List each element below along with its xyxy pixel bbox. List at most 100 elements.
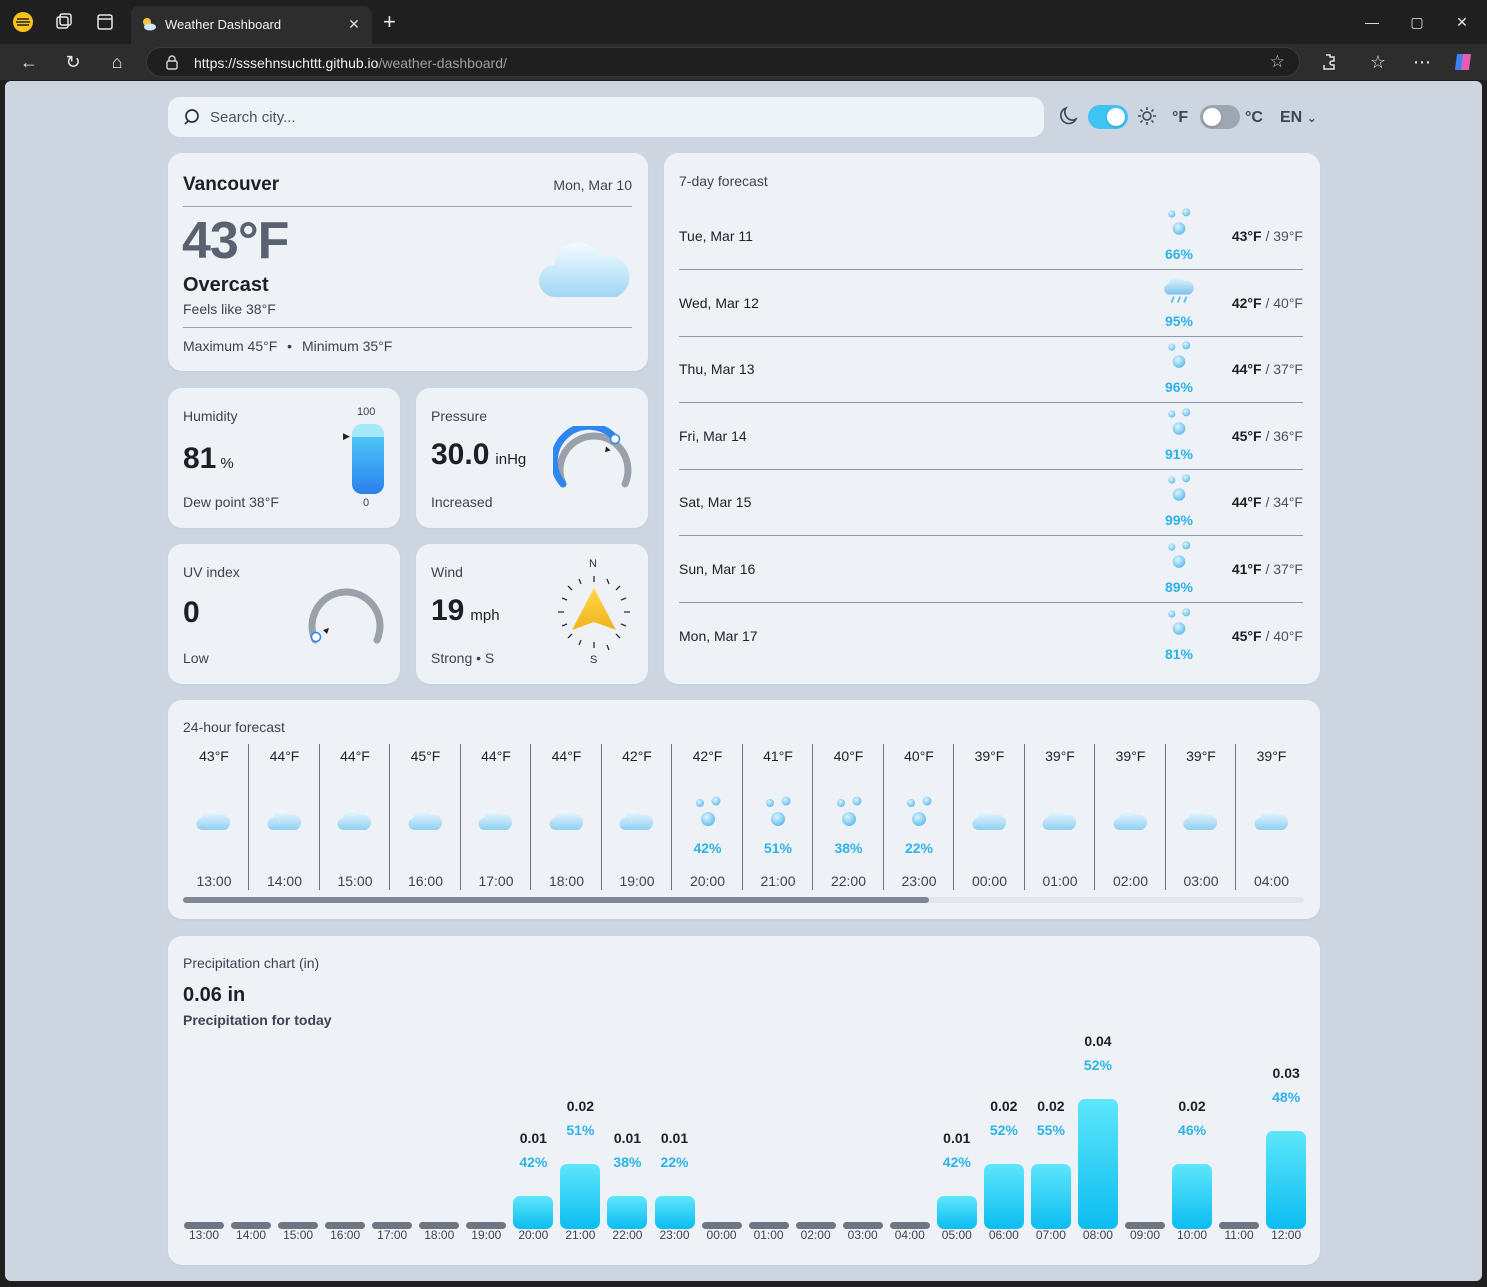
forecast-temps: 44°F / 34°F [1231,494,1303,511]
hourly-item: 42°F 42% 20:00 [673,744,743,890]
precip-bar-group [1125,1089,1165,1229]
hourly-time: 13:00 [196,873,232,889]
precip-bar-group: 0.03 48% [1266,1065,1307,1229]
lock-icon[interactable] [165,54,179,70]
forecast-precip-chance: 95% [1164,312,1194,329]
favorites-icon[interactable]: ☆ [1366,50,1390,74]
address-bar[interactable]: https://sssehnsuchttt.github.io/weather-… [146,47,1300,77]
forecast-high: 41°F [1231,561,1262,577]
hourly-time: 14:00 [266,873,303,889]
precip-hour-label: 07:00 [1035,1228,1066,1242]
drizzle-icon [1161,406,1197,442]
hourly-scrollbar-track[interactable] [183,897,1304,903]
language-select[interactable]: EN ⌄ [1280,109,1317,127]
precip-bar [1266,1131,1307,1229]
max-temp: Maximum 45°F [183,338,278,354]
precip-bar-group [372,1089,413,1229]
hourly-time: 02:00 [1112,873,1149,889]
hourly-title: 24-hour forecast [183,719,285,735]
favorite-star-icon[interactable]: ☆ [1270,52,1285,72]
precip-value-label: 0.02 [1178,1098,1206,1114]
humidity-scale-min: 0 [363,497,370,509]
maximize-icon[interactable]: ▢ [1405,10,1429,34]
compass-south: S [590,654,598,666]
precip-probability-label: 52% [1083,1057,1112,1073]
precip-value-label: 0.01 [660,1130,689,1146]
unit-toggle[interactable] [1200,105,1240,129]
precip-total: 0.06 in [183,984,246,1006]
precip-hour-label: 19:00 [471,1228,502,1242]
pressure-gauge [553,426,632,488]
forecast-temps: 44°F / 37°F [1231,361,1303,378]
cloud-icon [194,800,234,840]
forecast-day-label: Tue, Mar 11 [679,228,753,244]
hourly-precip-chance: 38% [834,840,863,856]
compass-north: N [589,558,597,570]
tab-actions-icon[interactable] [93,10,117,34]
refresh-icon[interactable]: ↻ [61,50,85,74]
forecast-temps: 45°F / 40°F [1231,627,1303,644]
hourly-item: 39°F 04:00 [1237,744,1307,890]
workspaces-icon[interactable] [52,10,76,34]
precip-value-label: 0.03 [1272,1065,1300,1081]
hourly-item: 44°F 14:00 [250,744,320,890]
precip-hour-label: 06:00 [988,1228,1019,1242]
minimize-icon[interactable]: — [1360,10,1384,34]
seven-day-title: 7-day forecast [679,173,768,189]
wind-title: Wind [431,564,463,580]
min-max: Maximum 45°F • Minimum 35°F [183,338,393,354]
browser-tab[interactable]: Weather Dashboard ✕ [131,6,372,44]
forecast-high: 42°F [1231,294,1262,311]
forecast-temps: 43°F / 39°F [1231,228,1303,244]
theme-toggle[interactable] [1088,105,1128,129]
precip-hour-label: 03:00 [847,1228,878,1242]
precip-probability-label: 55% [1036,1122,1065,1138]
forecast-day-label: Thu, Mar 13 [679,361,755,378]
humidity-gauge [352,424,384,494]
hourly-forecast-card: 24-hour forecast 43°F 13:00 44°F 14:00 44°F 1… [168,700,1320,919]
hourly-precip-chance: 51% [763,840,793,856]
hourly-scrollbar-thumb[interactable] [183,897,929,903]
precip-bar-group [466,1089,507,1229]
precip-hour-label: 21:00 [565,1228,596,1242]
language-value: EN [1280,109,1303,126]
hourly-item: 39°F 03:00 [1166,744,1236,890]
precip-hour-label: 13:00 [188,1228,220,1242]
hourly-item: 44°F 17:00 [461,744,531,890]
url-text: https://sssehnsuchttt.github.io/weather-… [194,55,507,71]
forecast-day-row: Wed, Mar 12 95% 42°F / 40°F [679,271,1303,337]
more-options-icon[interactable]: ⋯ [1410,50,1434,74]
hourly-time: 21:00 [760,873,796,889]
precip-hour-label: 09:00 [1129,1228,1161,1242]
home-icon[interactable]: ⌂ [105,50,129,74]
pressure-trend: Increased [431,494,493,510]
hourly-time: 19:00 [619,873,655,889]
hourly-time: 16:00 [407,873,444,889]
hourly-temp: 44°F [481,748,511,764]
tab-close-icon[interactable]: ✕ [344,14,364,34]
forecast-temps: 45°F / 36°F [1231,427,1303,444]
precip-bar-group [842,1089,883,1229]
forecast-precip-chance: 81% [1164,645,1194,662]
profile-icon[interactable] [11,10,35,34]
hourly-temp: 44°F [340,748,370,764]
copilot-icon[interactable] [1451,50,1475,74]
forecast-high: 44°F [1231,494,1262,511]
extensions-icon[interactable] [1317,50,1341,74]
precip-bar [1077,1099,1118,1229]
hourly-item: 43°F 13:00 [179,744,249,890]
back-icon[interactable]: ← [17,50,41,74]
search-input[interactable] [210,97,1010,137]
feels-like: Feels like 38°F [183,301,276,317]
precip-hour-label: 00:00 [706,1228,737,1242]
new-tab-icon[interactable]: + [383,11,396,33]
overcast-cloud-icon [538,242,630,298]
hourly-precip-chance: 42% [693,840,722,856]
hourly-item: 39°F 02:00 [1096,744,1166,890]
close-window-icon[interactable]: ✕ [1450,10,1474,34]
precip-subtitle: Precipitation for today [183,1012,332,1028]
forecast-temps: 41°F / 37°F [1231,561,1303,577]
drizzle-icon [899,794,939,834]
search-bar [168,97,1044,137]
drizzle-icon [1161,339,1197,375]
